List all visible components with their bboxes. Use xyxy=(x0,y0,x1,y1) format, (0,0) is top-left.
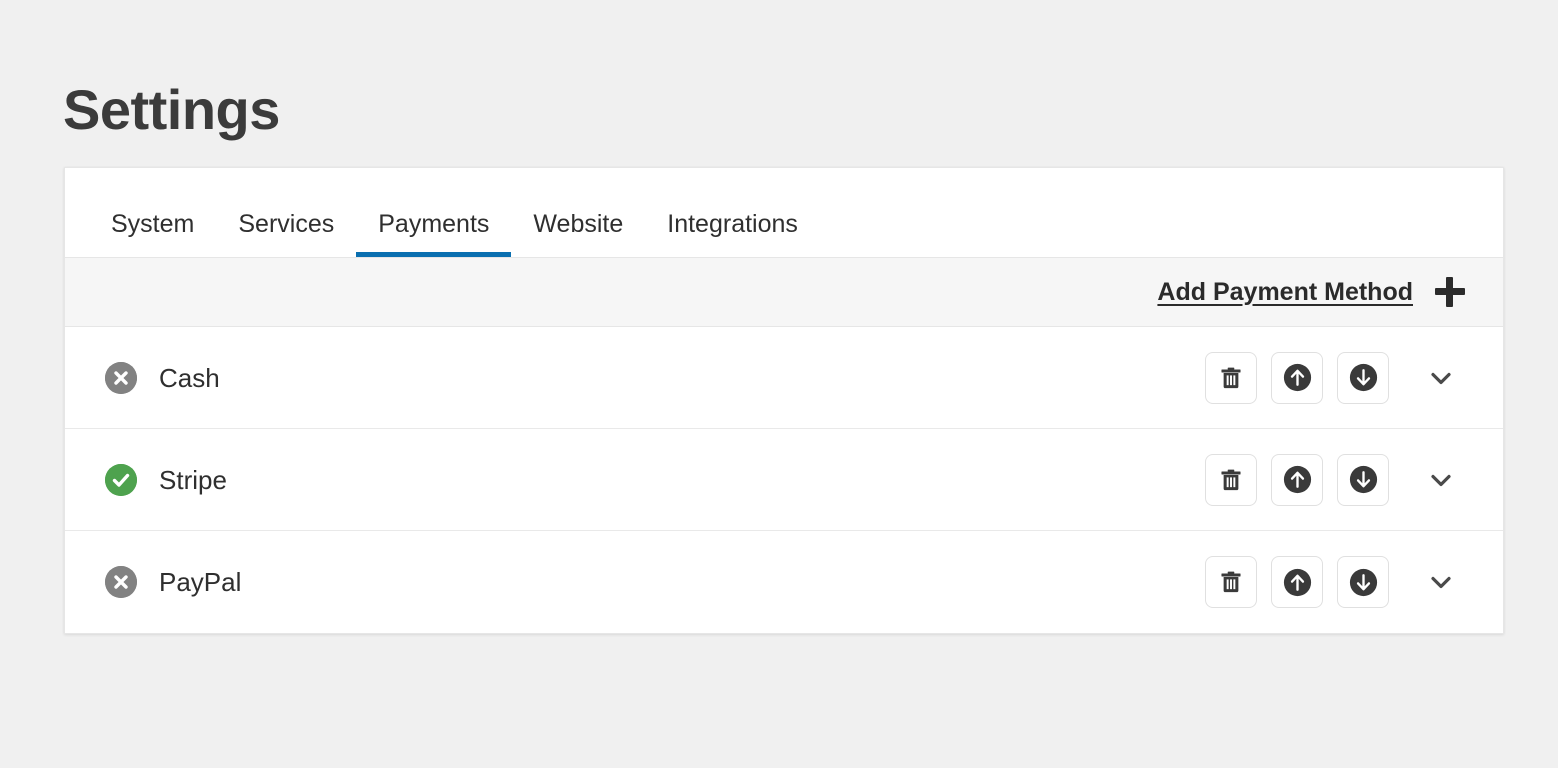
tab-payments[interactable]: Payments xyxy=(356,212,512,257)
move-up-icon xyxy=(1283,465,1312,494)
delete-payment-method-icon xyxy=(1218,467,1244,493)
chevron-down-icon xyxy=(1425,362,1457,394)
delete-payment-method-icon xyxy=(1218,365,1244,391)
chevron-down-icon xyxy=(1425,566,1457,598)
settings-page: Settings System Services Payments Website In… xyxy=(0,0,1558,768)
move-up-icon xyxy=(1283,568,1312,597)
payment-method-row: PayPal xyxy=(65,531,1503,633)
page-title: Settings xyxy=(63,77,280,141)
tab-integrations[interactable]: Integrations xyxy=(645,212,820,257)
payment-method-row: Cash xyxy=(65,327,1503,429)
add-payment-method-label: Add Payment Method xyxy=(1157,277,1413,306)
move-up-button[interactable] xyxy=(1271,556,1323,608)
settings-card: System Services Payments Website Integration… xyxy=(64,167,1504,634)
payment-method-name: Cash xyxy=(159,362,220,393)
expand-payment-method-button[interactable] xyxy=(1413,454,1469,506)
tab-website[interactable]: Website xyxy=(511,212,645,257)
move-down-button[interactable] xyxy=(1337,556,1389,608)
row-actions xyxy=(1205,351,1389,404)
move-up-icon xyxy=(1283,363,1312,392)
delete-payment-method-icon xyxy=(1218,569,1244,595)
payments-toolbar: Add Payment Method xyxy=(65,257,1503,327)
move-up-button[interactable] xyxy=(1271,351,1323,404)
expand-payment-method-button[interactable] xyxy=(1413,352,1469,404)
delete-payment-method-button[interactable] xyxy=(1205,453,1257,506)
circle-check-icon[interactable] xyxy=(105,463,137,496)
delete-payment-method-button[interactable] xyxy=(1205,556,1257,608)
move-down-icon xyxy=(1349,363,1378,392)
move-down-icon xyxy=(1349,568,1378,597)
move-down-icon xyxy=(1349,465,1378,494)
row-actions xyxy=(1205,556,1389,608)
circle-x-icon[interactable] xyxy=(105,361,137,394)
plus-icon xyxy=(1435,277,1465,307)
payment-method-name: PayPal xyxy=(159,567,242,597)
move-down-button[interactable] xyxy=(1337,351,1389,404)
payment-method-row: Stripe xyxy=(65,429,1503,531)
tab-system[interactable]: System xyxy=(89,212,216,257)
chevron-down-icon xyxy=(1425,464,1457,496)
circle-x-icon[interactable] xyxy=(105,566,137,598)
move-down-button[interactable] xyxy=(1337,453,1389,506)
payment-methods-list: Cash Stripe PayPal xyxy=(65,327,1503,633)
delete-payment-method-button[interactable] xyxy=(1205,351,1257,404)
payment-method-name: Stripe xyxy=(159,464,227,495)
settings-tabs: System Services Payments Website Integration… xyxy=(65,168,1503,257)
expand-payment-method-button[interactable] xyxy=(1413,556,1469,608)
row-actions xyxy=(1205,453,1389,506)
move-up-button[interactable] xyxy=(1271,453,1323,506)
add-payment-method-button[interactable]: Add Payment Method xyxy=(1157,277,1465,307)
tab-services[interactable]: Services xyxy=(216,212,356,257)
